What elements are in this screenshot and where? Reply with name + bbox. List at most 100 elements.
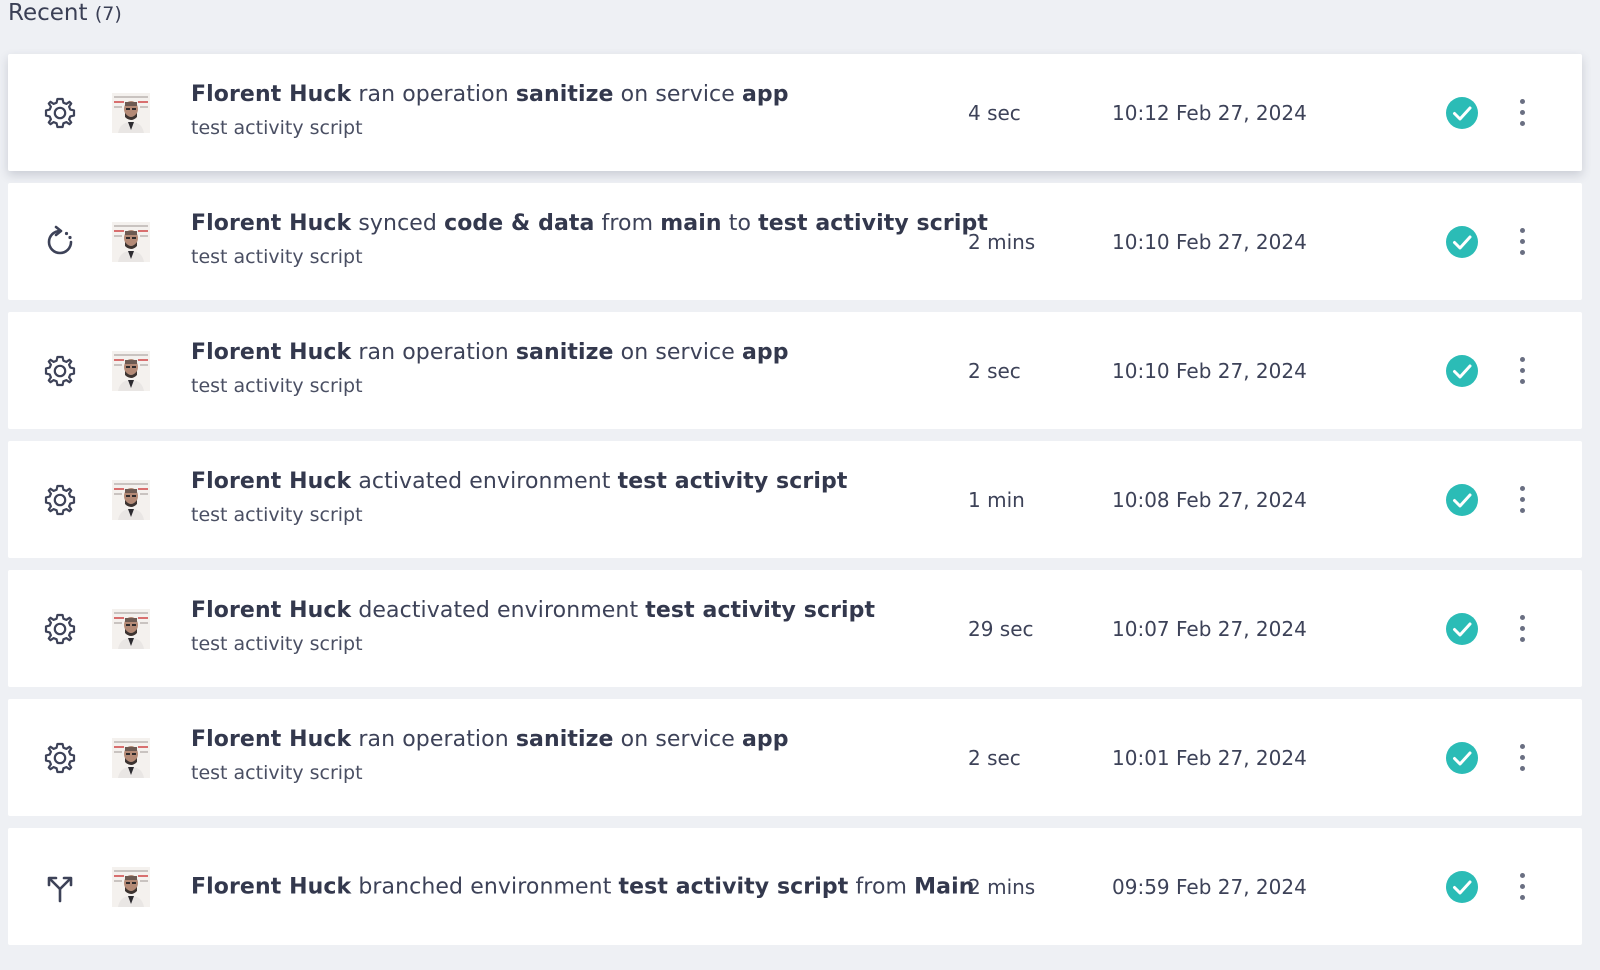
activity-list: Florent Huck ran operation sanitize on s… [8,54,1582,957]
kebab-menu-icon [1519,744,1525,749]
more-options-button[interactable] [1508,738,1536,778]
activity-title: Florent Huck synced code & data from mai… [191,211,988,236]
activity-row-4[interactable]: Florent Huck activated environment test … [8,441,1582,558]
title-emphasis: Main [914,874,975,899]
success-check-icon [1445,225,1479,259]
success-check-icon [1445,354,1479,388]
success-check-icon [1445,96,1479,130]
title-text: ran operation [351,340,516,365]
title-emphasis: Florent Huck [191,82,352,107]
kebab-menu-icon [1519,99,1525,104]
activity-subtitle[interactable]: test activity script [191,762,951,784]
title-text: ran operation [351,727,516,752]
activity-text: Florent Huck ran operation sanitize on s… [191,727,951,784]
kebab-menu-icon [1519,615,1525,620]
title-emphasis: app [741,82,789,107]
success-check-icon [1445,612,1479,646]
activity-text: Florent Huck deactivated environment tes… [191,598,951,655]
activity-title: Florent Huck ran operation sanitize on s… [191,727,951,752]
title-emphasis: test activity script [758,211,988,236]
activity-duration: 4 sec [968,100,1021,125]
title-emphasis: sanitize [515,340,614,365]
title-emphasis: Florent Huck [191,469,352,494]
activity-duration: 2 mins [968,874,1036,899]
title-text: to [721,211,759,236]
activity-text: Florent Huck synced code & data from mai… [191,211,988,268]
activity-subtitle[interactable]: test activity script [191,375,951,397]
activity-title: Florent Huck branched environment test a… [191,874,974,899]
activity-subtitle[interactable]: test activity script [191,117,951,139]
title-emphasis: code & data [444,211,595,236]
activity-subtitle[interactable]: test activity script [191,504,951,526]
kebab-menu-icon [1519,357,1525,362]
success-check-icon [1445,741,1479,775]
activity-timestamp: 10:10 Feb 27, 2024 [1112,229,1307,254]
activity-timestamp: 10:10 Feb 27, 2024 [1112,358,1307,383]
section-title: Recent (7) [8,0,122,26]
gear-icon [42,353,78,389]
activity-row-7[interactable]: Florent Huck branched environment test a… [8,828,1582,945]
activity-count: (7) [94,3,122,25]
title-text: branched environment [351,874,619,899]
activity-text: Florent Huck ran operation sanitize on s… [191,340,951,397]
title-text: activated environment [351,469,618,494]
title-emphasis: test activity script [617,469,848,494]
gear-icon [42,482,78,518]
kebab-menu-icon [1519,228,1525,233]
gear-icon [42,740,78,776]
activity-row-3[interactable]: Florent Huck ran operation sanitize on s… [8,312,1582,429]
activity-timestamp: 10:08 Feb 27, 2024 [1112,487,1307,512]
activity-timestamp: 10:07 Feb 27, 2024 [1112,616,1307,641]
section-title-label: Recent [8,0,88,26]
activity-duration: 29 sec [968,616,1034,641]
title-emphasis: main [660,211,722,236]
activity-title: Florent Huck ran operation sanitize on s… [191,340,951,365]
more-options-button[interactable] [1508,351,1536,391]
activity-row-5[interactable]: Florent Huck deactivated environment tes… [8,570,1582,687]
more-options-button[interactable] [1508,93,1536,133]
avatar [112,350,150,391]
activity-row-2[interactable]: Florent Huck synced code & data from mai… [8,183,1582,300]
title-text: ran operation [351,82,516,107]
avatar [112,737,150,778]
title-emphasis: app [741,727,789,752]
title-emphasis: Florent Huck [191,727,352,752]
title-text: from [594,211,661,236]
activity-subtitle[interactable]: test activity script [191,633,951,655]
activity-timestamp: 09:59 Feb 27, 2024 [1112,874,1307,899]
success-check-icon [1445,483,1479,517]
kebab-menu-icon [1519,873,1525,878]
title-emphasis: test activity script [618,874,849,899]
title-emphasis: app [741,340,789,365]
avatar [112,221,150,262]
title-text: on service [613,82,742,107]
title-text: on service [613,727,742,752]
title-emphasis: Florent Huck [191,340,352,365]
activity-subtitle[interactable]: test activity script [191,246,951,268]
kebab-menu-icon [1519,486,1525,491]
avatar [112,608,150,649]
more-options-button[interactable] [1508,480,1536,520]
activity-row-6[interactable]: Florent Huck ran operation sanitize on s… [8,699,1582,816]
title-text: from [848,874,915,899]
activity-title: Florent Huck ran operation sanitize on s… [191,82,951,107]
gear-icon [42,95,78,131]
more-options-button[interactable] [1508,222,1536,262]
activity-text: Florent Huck activated environment test … [191,469,951,526]
activity-text: Florent Huck ran operation sanitize on s… [191,82,951,139]
sync-icon [42,224,78,260]
more-options-button[interactable] [1508,867,1536,907]
activity-text: Florent Huck branched environment test a… [191,874,974,899]
activity-timestamp: 10:12 Feb 27, 2024 [1112,100,1307,125]
title-emphasis: Florent Huck [191,598,352,623]
success-check-icon [1445,870,1479,904]
branch-icon [42,869,78,905]
activity-row-1[interactable]: Florent Huck ran operation sanitize on s… [8,54,1582,171]
title-text: on service [613,340,742,365]
activity-title: Florent Huck activated environment test … [191,469,951,494]
title-text: deactivated environment [351,598,646,623]
more-options-button[interactable] [1508,609,1536,649]
gear-icon [42,611,78,647]
title-text: synced [351,211,445,236]
activity-duration: 2 mins [968,229,1036,254]
